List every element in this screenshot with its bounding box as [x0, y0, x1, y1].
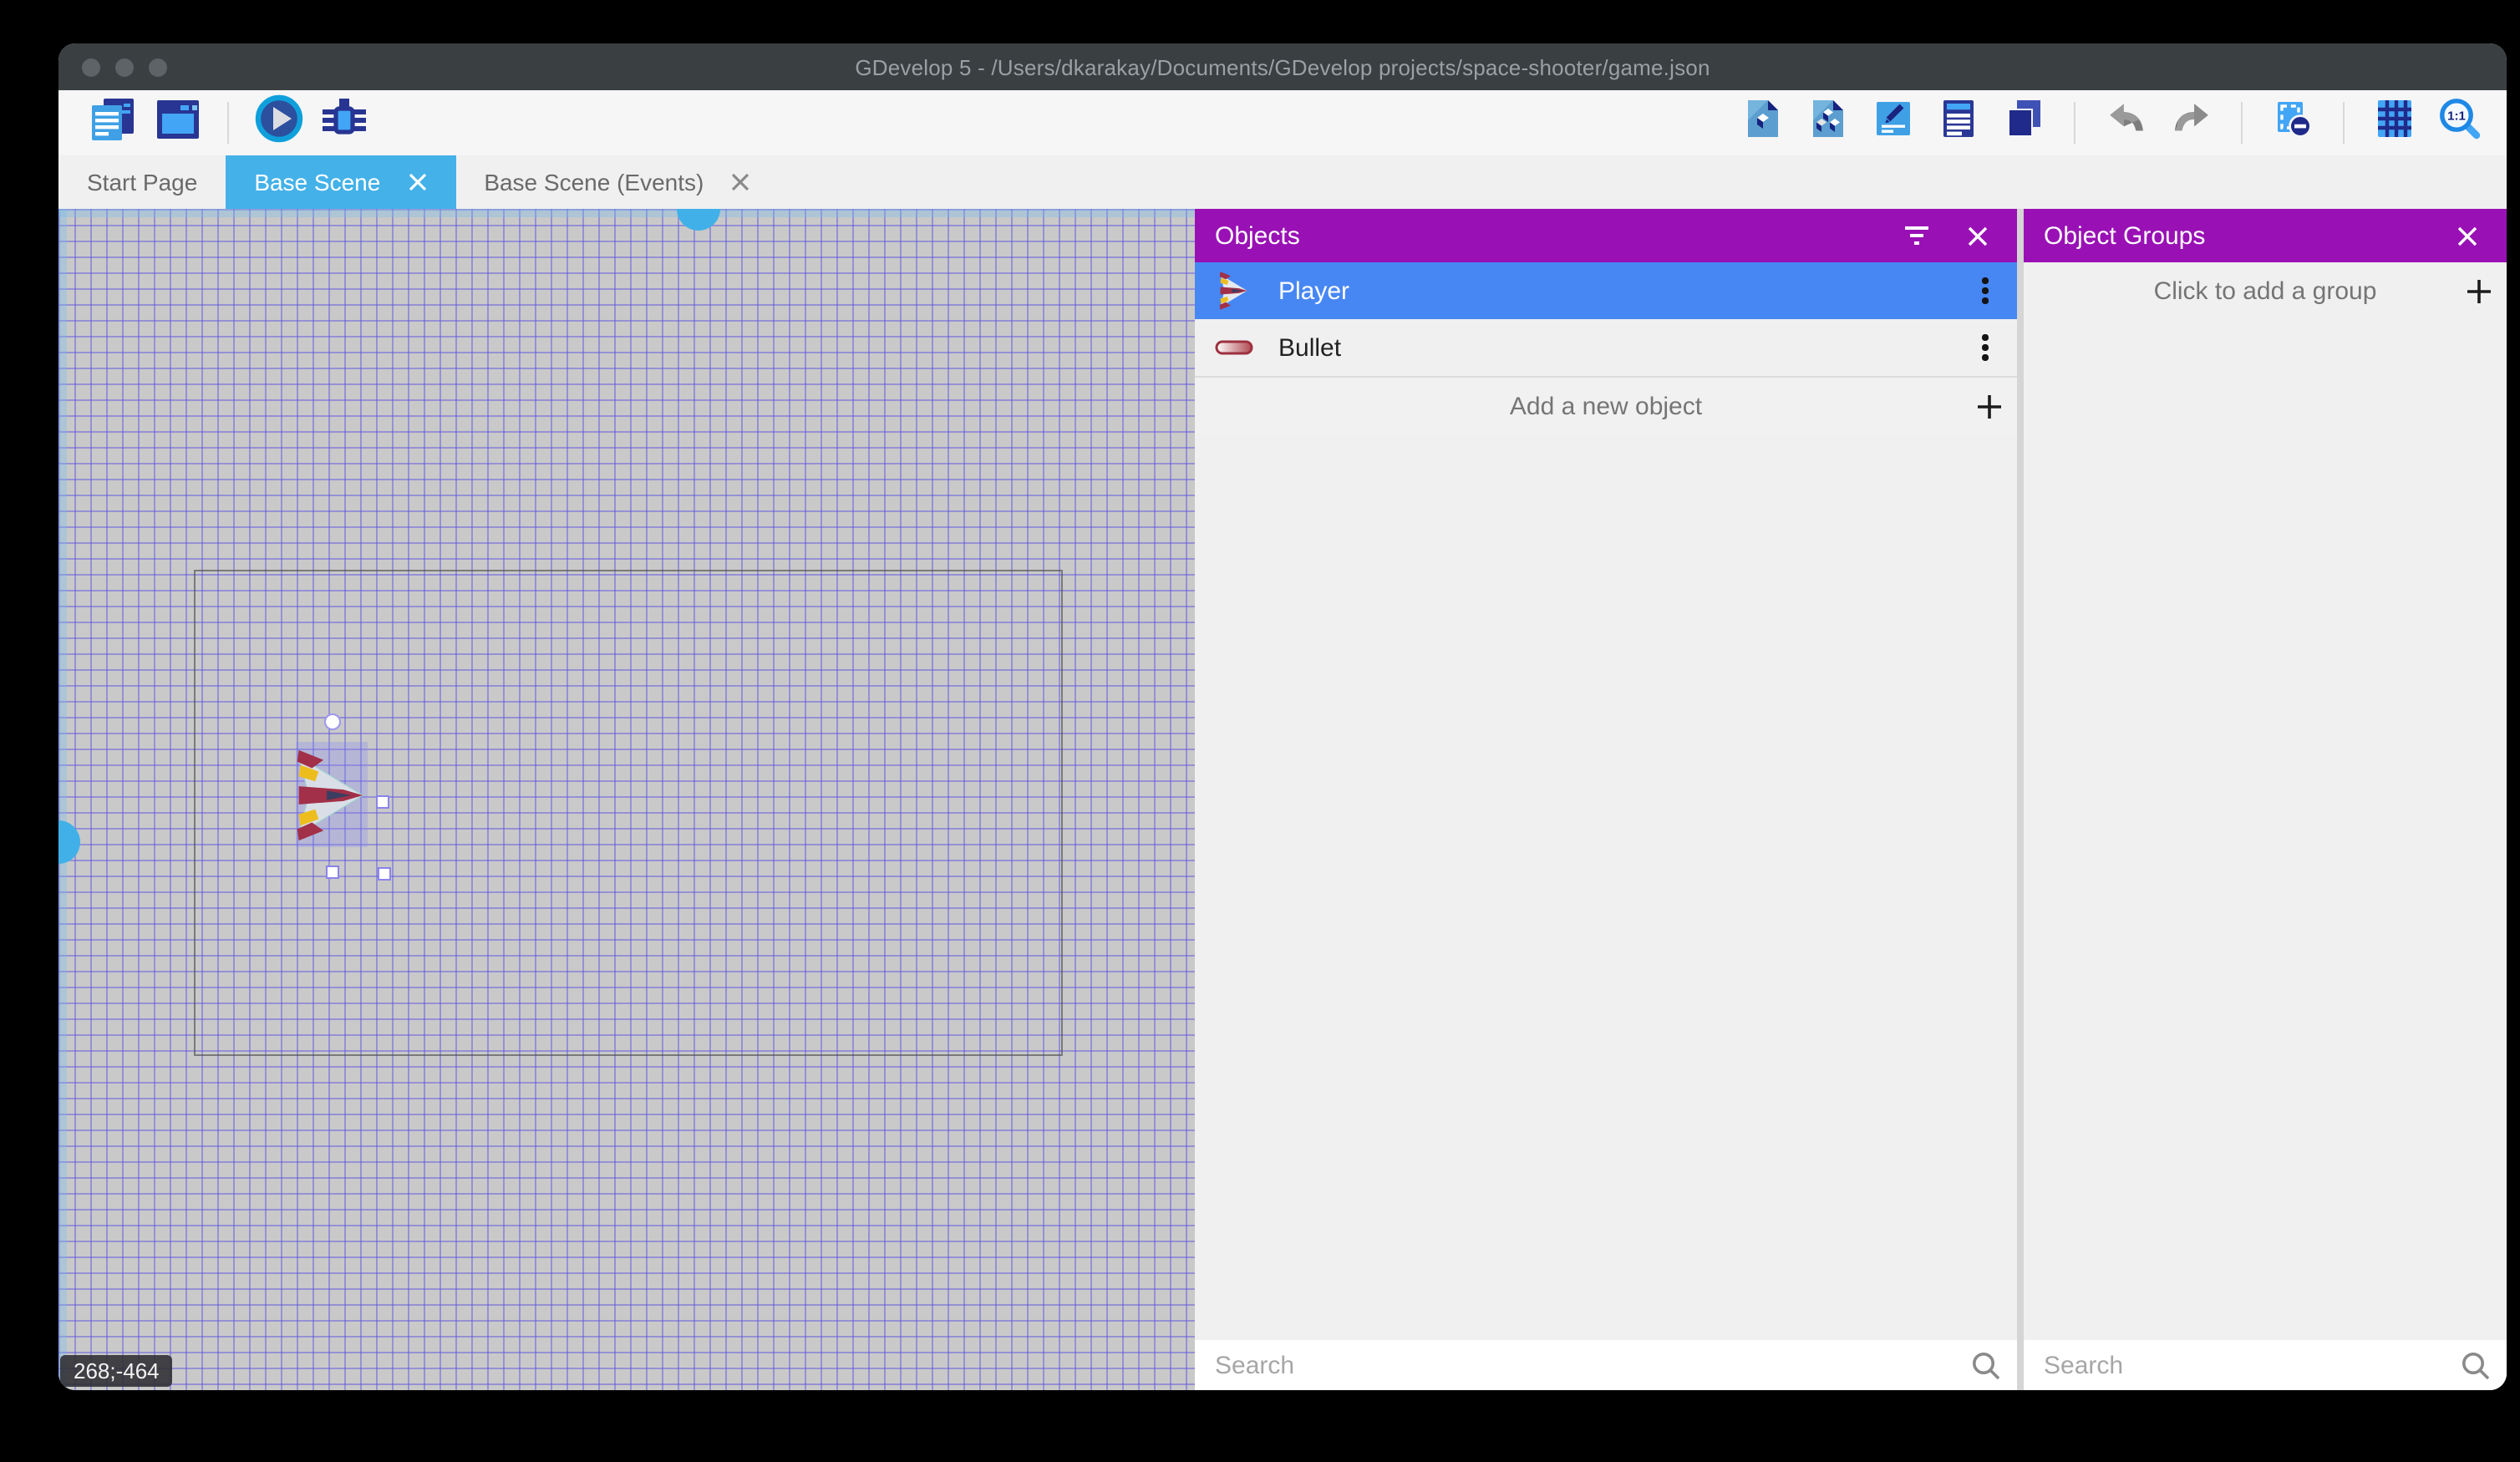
play-icon [254, 94, 304, 152]
player-instance[interactable] [296, 744, 368, 855]
project-manager-button[interactable] [85, 96, 139, 150]
redo-icon [2170, 98, 2212, 148]
object-name: Player [1278, 277, 1964, 305]
add-object-row[interactable]: Add a new object [1195, 376, 2017, 434]
instances-list-button[interactable] [1932, 96, 1985, 150]
groups-panel-title: Object Groups [2044, 221, 2446, 250]
undo-icon [2105, 98, 2147, 148]
bug-icon [321, 95, 368, 150]
toolbar-separator [2241, 102, 2243, 144]
player-ship-thumbnail [1208, 269, 1258, 312]
main-toolbar: 1:1 [58, 90, 2507, 155]
horizontal-scroll-thumb[interactable] [677, 209, 720, 231]
instances-list-icon [1938, 99, 1979, 147]
object-group-doc-icon [1808, 99, 1848, 147]
properties-button[interactable] [1867, 96, 1920, 150]
object-menu-kebab-icon[interactable] [1964, 326, 2007, 369]
object-row-bullet[interactable]: Bullet [1195, 319, 2017, 376]
object-groups-editor-button[interactable] [1801, 96, 1855, 150]
panel-divider[interactable] [2017, 209, 2024, 1390]
svg-text:1:1: 1:1 [2447, 109, 2466, 124]
filter-icon[interactable] [1897, 216, 1937, 256]
horizontal-scroll-track [58, 209, 1195, 217]
objects-panel-title: Objects [1215, 221, 1897, 250]
titlebar: GDevelop 5 - /Users/dkarakay/Documents/G… [58, 43, 2507, 90]
tab-close-icon[interactable] [730, 172, 750, 192]
object-doc-icon [1743, 99, 1783, 147]
tab-label: Base Scene (Events) [484, 169, 704, 195]
rotate-handle[interactable] [324, 713, 341, 730]
close-icon[interactable] [1957, 216, 1997, 256]
cursor-coordinates: 268;-464 [60, 1355, 173, 1387]
tab-base-scene[interactable]: Base Scene [226, 155, 455, 209]
resize-handle-right[interactable] [376, 795, 389, 809]
resize-handle-bottom[interactable] [326, 866, 339, 879]
tab-label: Base Scene [254, 169, 380, 195]
traffic-lights [82, 43, 167, 90]
plus-icon[interactable] [1960, 393, 2017, 419]
grid-icon [2375, 99, 2415, 147]
main-content: 268;-464 Objects [58, 209, 2507, 1390]
vertical-scroll-track [58, 209, 67, 1390]
objects-search-input[interactable] [1195, 1340, 2017, 1390]
toolbar-separator [227, 102, 229, 144]
object-row-player[interactable]: Player [1195, 262, 2017, 319]
resize-handle-corner[interactable] [378, 867, 391, 881]
tab-label: Start Page [87, 169, 197, 195]
zoom-1-1-icon: 1:1 [2438, 97, 2482, 149]
project-manager-icon [89, 96, 135, 150]
add-group-label: Click to add a group [2024, 277, 2450, 305]
toggle-grid-button[interactable] [2368, 96, 2421, 150]
groups-search-input[interactable] [2024, 1340, 2507, 1390]
toolbar-right-group: 1:1 [1736, 96, 2487, 150]
groups-search-bar [2024, 1340, 2507, 1390]
close-icon[interactable] [2446, 216, 2487, 256]
object-menu-kebab-icon[interactable] [1964, 269, 2007, 312]
objects-panel-body [1195, 434, 2017, 1340]
objects-editor-button[interactable] [1736, 96, 1790, 150]
maximize-window-button[interactable] [149, 58, 167, 76]
app-window: GDevelop 5 - /Users/dkarakay/Documents/G… [58, 43, 2507, 1390]
tab-close-icon[interactable] [407, 172, 427, 192]
scene-window-icon [155, 96, 200, 150]
play-preview-button[interactable] [252, 96, 306, 150]
desktop: GDevelop 5 - /Users/dkarakay/Documents/G… [0, 0, 2520, 1462]
redo-button[interactable] [2164, 96, 2218, 150]
vertical-scroll-thumb[interactable] [58, 820, 80, 864]
add-object-label: Add a new object [1195, 392, 1960, 420]
search-icon [1967, 1347, 2004, 1383]
groups-panel-header: Object Groups [2024, 209, 2507, 262]
tab-base-scene-events[interactable]: Base Scene (Events) [455, 155, 779, 209]
window-title: GDevelop 5 - /Users/dkarakay/Documents/G… [855, 54, 1710, 79]
groups-panel-body [2024, 319, 2507, 1340]
undo-button[interactable] [2099, 96, 2152, 150]
toolbar-separator [2074, 102, 2075, 144]
bullet-thumbnail [1208, 339, 1258, 356]
preview-window-button[interactable] [150, 96, 204, 150]
layers-button[interactable] [1997, 96, 2050, 150]
scene-canvas[interactable]: 268;-464 [58, 209, 1195, 1390]
close-window-button[interactable] [82, 58, 100, 76]
minimize-window-button[interactable] [115, 58, 134, 76]
add-group-row[interactable]: Click to add a group [2024, 262, 2507, 319]
toolbar-separator [2343, 102, 2345, 144]
mask-instances-button[interactable] [2266, 96, 2319, 150]
object-groups-panel: Object Groups Click to add a group [2024, 209, 2507, 1390]
objects-panel: Objects [1195, 209, 2017, 1390]
layers-icon [2004, 99, 2044, 147]
zoom-original-button[interactable]: 1:1 [2433, 96, 2487, 150]
mask-remove-icon [2273, 99, 2313, 147]
objects-panel-header: Objects [1195, 209, 2017, 262]
search-icon [2456, 1347, 2493, 1383]
debug-button[interactable] [318, 96, 371, 150]
plus-icon[interactable] [2450, 278, 2507, 303]
objects-search-bar [1195, 1340, 2017, 1390]
toolbar-left-group [85, 96, 371, 150]
pencil-properties-icon [1873, 99, 1913, 147]
object-name: Bullet [1278, 333, 1964, 362]
tab-bar: Start Page Base Scene Base Scene (Events… [58, 155, 2507, 209]
tab-start-page[interactable]: Start Page [58, 155, 226, 209]
